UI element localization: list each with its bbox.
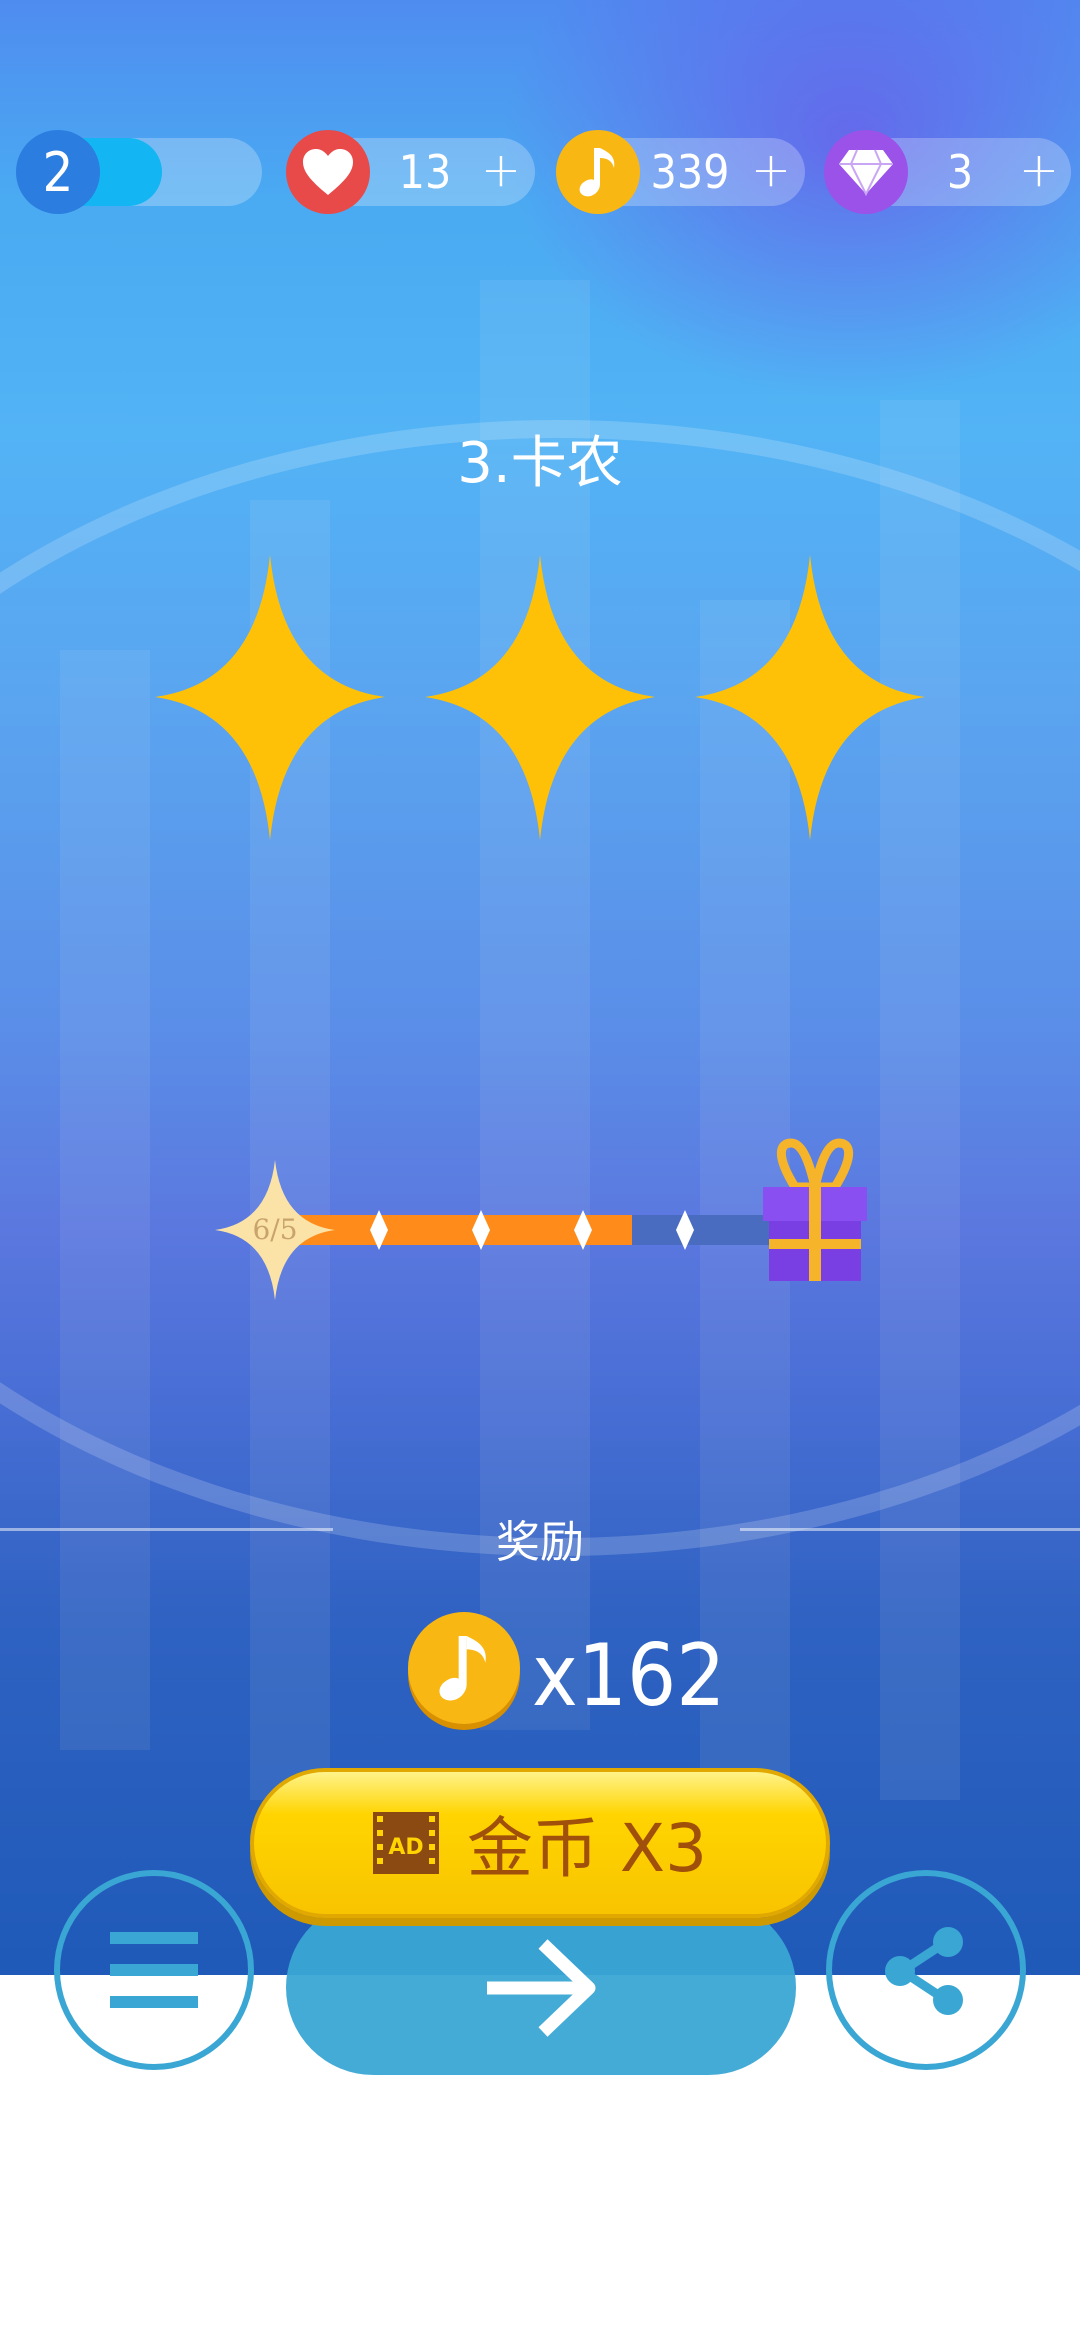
next-button[interactable] bbox=[286, 1900, 796, 2075]
add-gems-button[interactable]: + bbox=[1014, 140, 1064, 200]
watch-ad-triple-coins-button[interactable]: AD 金币 X3 bbox=[250, 1768, 830, 1918]
svg-text:AD: AD bbox=[388, 1835, 423, 1860]
ad-video-icon: AD bbox=[372, 1812, 439, 1874]
lives-badge bbox=[286, 130, 370, 214]
menu-button[interactable] bbox=[54, 1870, 254, 2070]
arrow-right-icon bbox=[487, 1939, 596, 2037]
progress-marker bbox=[370, 1210, 388, 1250]
result-scene-background: 2 13 + 339 + 3 + 3.卡农 6/5 奖励 x162 bbox=[0, 0, 1080, 1975]
add-lives-button[interactable]: + bbox=[476, 140, 526, 200]
gems-count: 3 bbox=[946, 145, 974, 199]
diamond-icon bbox=[839, 149, 893, 196]
progress-marker bbox=[472, 1210, 490, 1250]
star-icon bbox=[425, 555, 655, 840]
notes-count: 339 bbox=[650, 145, 730, 199]
lives-count: 13 bbox=[398, 145, 452, 199]
song-title: 3.卡农 bbox=[457, 431, 623, 496]
star-icon bbox=[155, 555, 385, 840]
level-badge: 2 bbox=[16, 130, 100, 214]
progress-marker bbox=[574, 1210, 592, 1250]
share-icon bbox=[885, 1927, 963, 2015]
reward-amount: x162 bbox=[532, 1626, 726, 1726]
share-button[interactable] bbox=[826, 1870, 1026, 2070]
level-number: 2 bbox=[42, 140, 74, 204]
progress-label: 6/5 bbox=[252, 1213, 298, 1246]
progress-marker bbox=[676, 1210, 694, 1250]
gems-badge bbox=[824, 130, 908, 214]
reward-coin bbox=[408, 1612, 520, 1724]
gift-box-icon bbox=[763, 1138, 867, 1281]
star-icon bbox=[695, 555, 925, 840]
reward-label: 奖励 bbox=[496, 1517, 584, 1568]
ad-button-label: 金币 X3 bbox=[466, 1810, 708, 1887]
music-note-coin-icon bbox=[579, 148, 615, 197]
heart-icon bbox=[303, 149, 353, 195]
menu-icon bbox=[110, 1932, 198, 2008]
notes-badge bbox=[556, 130, 640, 214]
music-note-coin-icon bbox=[439, 1636, 486, 1701]
add-notes-button[interactable]: + bbox=[746, 140, 796, 200]
